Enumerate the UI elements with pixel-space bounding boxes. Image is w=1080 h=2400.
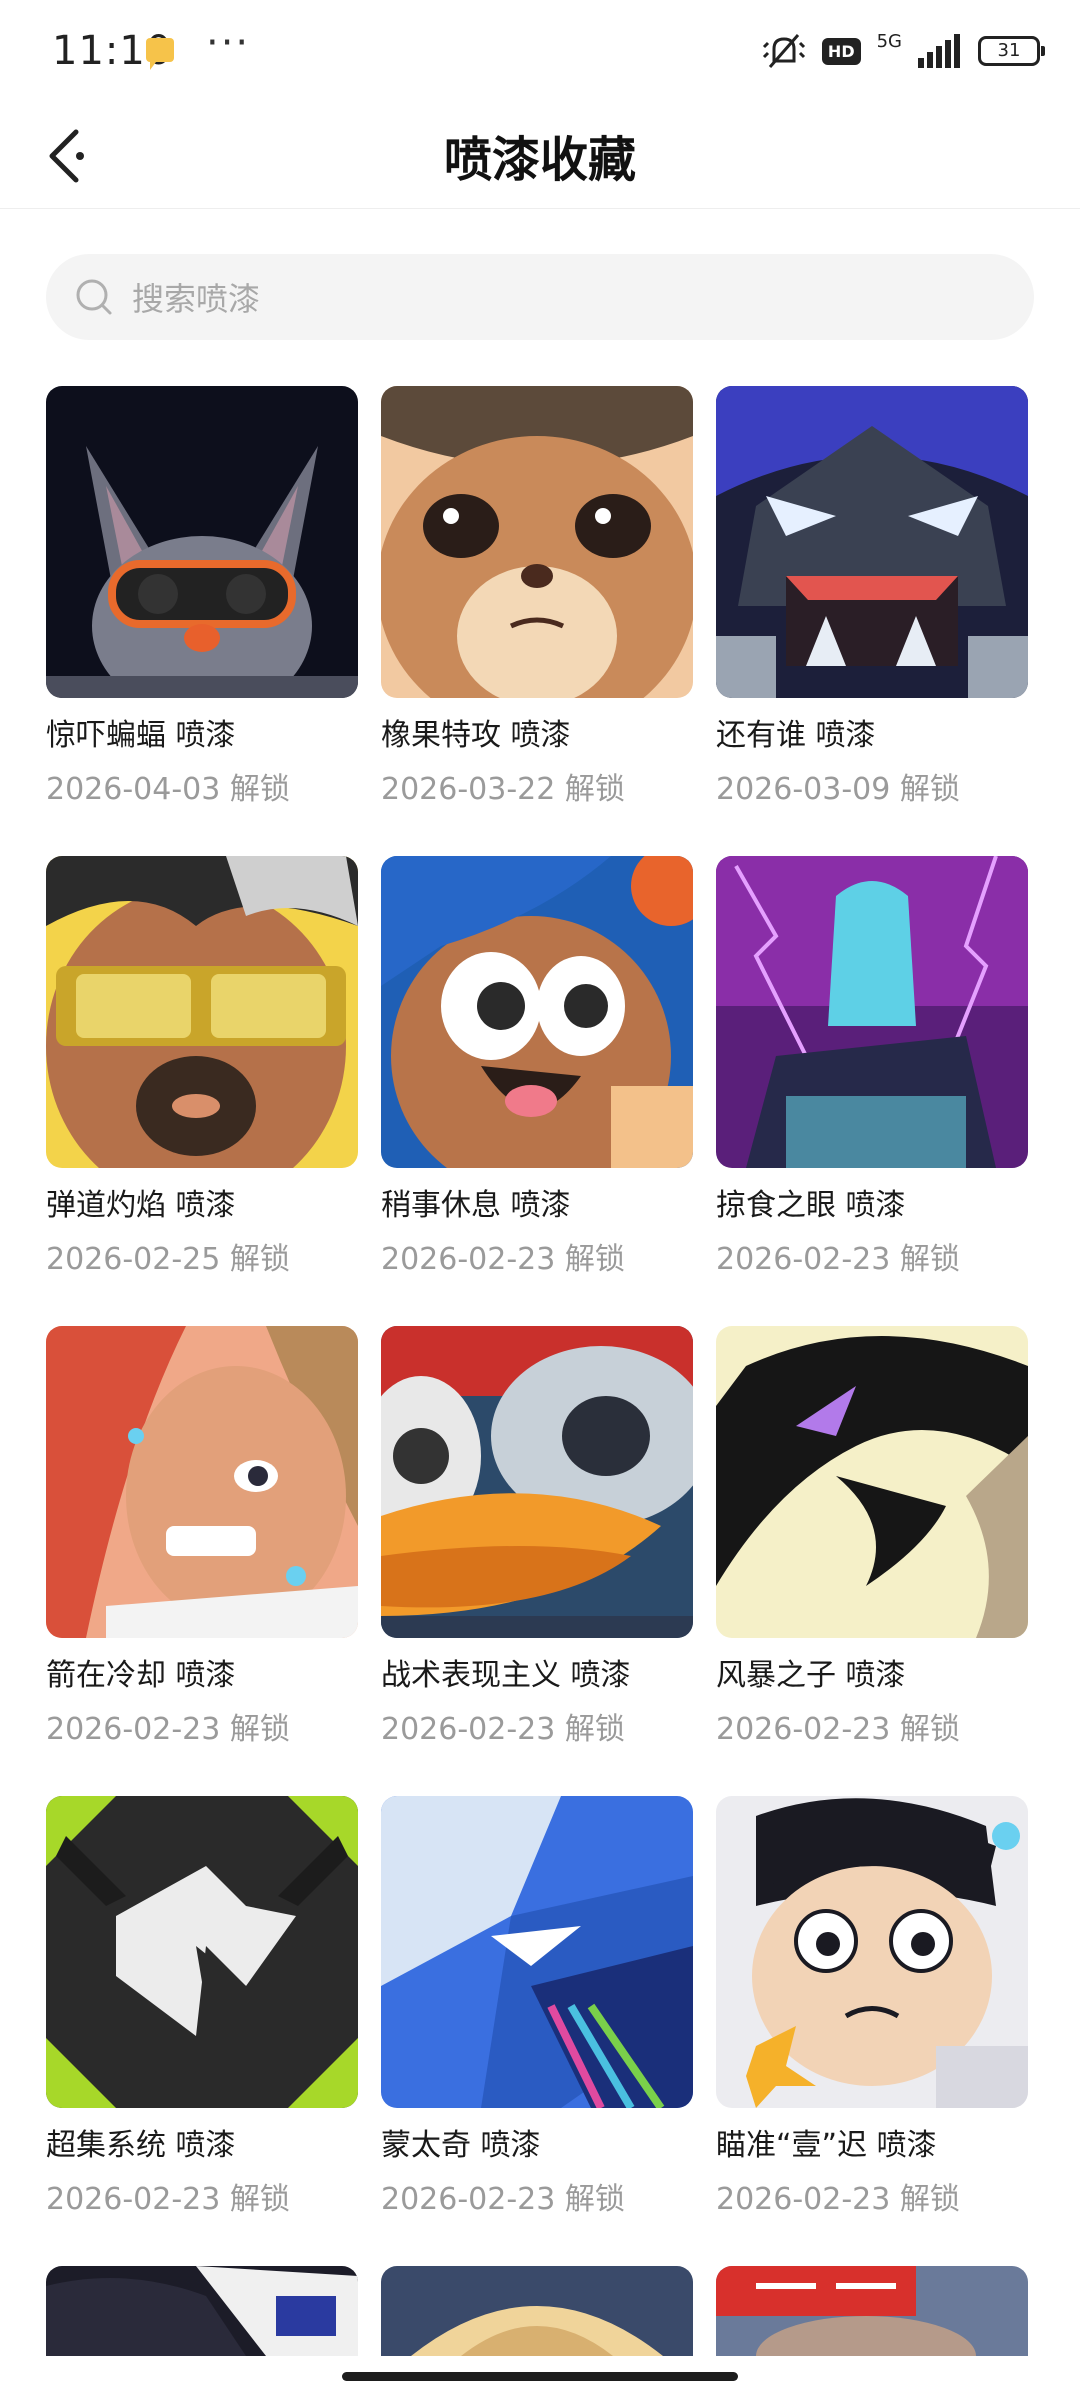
spray-thumbnail: [46, 1326, 358, 1638]
spray-unlock-date: 2026-02-23 解锁: [716, 1242, 960, 1277]
search-input[interactable]: 搜索喷漆: [46, 254, 1034, 340]
spray-name: 风暴之子 喷漆: [716, 1658, 906, 1693]
spray-name: 箭在冷却 喷漆: [46, 1658, 236, 1693]
signal-icon: [918, 34, 960, 68]
spray-unlock-date: 2026-03-09 解锁: [716, 772, 960, 807]
search-icon: [76, 279, 112, 315]
spray-unlock-date: 2026-02-23 解锁: [381, 1712, 625, 1747]
spray-card[interactable]: 蒙太奇 喷漆 2026-02-23 解锁: [381, 1796, 693, 2266]
spray-name: 稍事休息 喷漆: [381, 1188, 571, 1223]
battery-icon: 31: [978, 36, 1045, 66]
spray-thumbnail[interactable]: [716, 2266, 1028, 2356]
spray-thumbnail: [46, 856, 358, 1168]
spray-card[interactable]: 瞄准“壹”迟 喷漆 2026-02-23 解锁: [716, 1796, 1028, 2266]
page-title: 喷漆收藏: [443, 132, 636, 188]
spray-grid: 惊吓蝙蝠 喷漆 2026-04-03 解锁 橡果特攻 喷漆 2026-03-22…: [46, 386, 1044, 2266]
spray-card[interactable]: 弹道灼焰 喷漆 2026-02-25 解锁: [46, 856, 358, 1326]
spray-grid-next-row: [46, 2266, 1044, 2356]
spray-name: 橡果特攻 喷漆: [381, 718, 571, 753]
spray-thumbnail: [716, 1326, 1028, 1638]
spray-unlock-date: 2026-02-23 解锁: [46, 2182, 290, 2217]
spray-thumbnail: [716, 386, 1028, 698]
home-indicator[interactable]: [342, 2372, 738, 2381]
spray-unlock-date: 2026-02-23 解锁: [46, 1712, 290, 1747]
search-placeholder: 搜索喷漆: [132, 280, 261, 318]
spray-name: 惊吓蝙蝠 喷漆: [46, 718, 236, 753]
spray-unlock-date: 2026-03-22 解锁: [381, 772, 625, 807]
spray-thumbnail: [46, 1796, 358, 2108]
spray-name: 战术表现主义 喷漆: [381, 1658, 631, 1693]
message-notification-icon: [146, 38, 174, 70]
spray-card[interactable]: 橡果特攻 喷漆 2026-03-22 解锁: [381, 386, 693, 856]
spray-thumbnail: [381, 1326, 693, 1638]
spray-name: 掠食之眼 喷漆: [716, 1188, 906, 1223]
spray-unlock-date: 2026-02-23 解锁: [381, 1242, 625, 1277]
spray-thumbnail: [716, 856, 1028, 1168]
spray-thumbnail: [381, 856, 693, 1168]
spray-name: 超集系统 喷漆: [46, 2128, 236, 2163]
spray-card[interactable]: 风暴之子 喷漆 2026-02-23 解锁: [716, 1326, 1028, 1796]
spray-unlock-date: 2026-02-23 解锁: [381, 2182, 625, 2217]
spray-card[interactable]: 战术表现主义 喷漆 2026-02-23 解锁: [381, 1326, 693, 1796]
spray-name: 还有谁 喷漆: [716, 718, 876, 753]
spray-thumbnail: [46, 386, 358, 698]
spray-name: 蒙太奇 喷漆: [381, 2128, 541, 2163]
spray-card[interactable]: 稍事休息 喷漆 2026-02-23 解锁: [381, 856, 693, 1326]
mute-vibrate-icon: [762, 34, 805, 68]
spray-unlock-date: 2026-04-03 解锁: [46, 772, 290, 807]
status-icons: HD 5G 31: [762, 26, 1045, 76]
spray-thumbnail[interactable]: [381, 2266, 693, 2356]
spray-card[interactable]: 还有谁 喷漆 2026-03-09 解锁: [716, 386, 1028, 856]
spray-card[interactable]: 惊吓蝙蝠 喷漆 2026-04-03 解锁: [46, 386, 358, 856]
more-notifications-icon: ···: [206, 20, 251, 66]
spray-unlock-date: 2026-02-23 解锁: [716, 1712, 960, 1747]
spray-thumbnail[interactable]: [46, 2266, 358, 2356]
spray-unlock-date: 2026-02-25 解锁: [46, 1242, 290, 1277]
spray-unlock-date: 2026-02-23 解锁: [716, 2182, 960, 2217]
status-bar: 11:10 ··· HD 5G 31: [0, 0, 1080, 100]
spray-card[interactable]: 掠食之眼 喷漆 2026-02-23 解锁: [716, 856, 1028, 1326]
spray-name: 弹道灼焰 喷漆: [46, 1188, 236, 1223]
spray-thumbnail: [716, 1796, 1028, 2108]
header: 喷漆收藏: [0, 100, 1080, 209]
spray-thumbnail: [381, 386, 693, 698]
spray-thumbnail: [381, 1796, 693, 2108]
network-type: 5G: [876, 30, 902, 52]
spray-card[interactable]: 超集系统 喷漆 2026-02-23 解锁: [46, 1796, 358, 2266]
hd-indicator: HD: [821, 37, 861, 65]
spray-card[interactable]: 箭在冷却 喷漆 2026-02-23 解锁: [46, 1326, 358, 1796]
spray-name: 瞄准“壹”迟 喷漆: [716, 2128, 937, 2163]
